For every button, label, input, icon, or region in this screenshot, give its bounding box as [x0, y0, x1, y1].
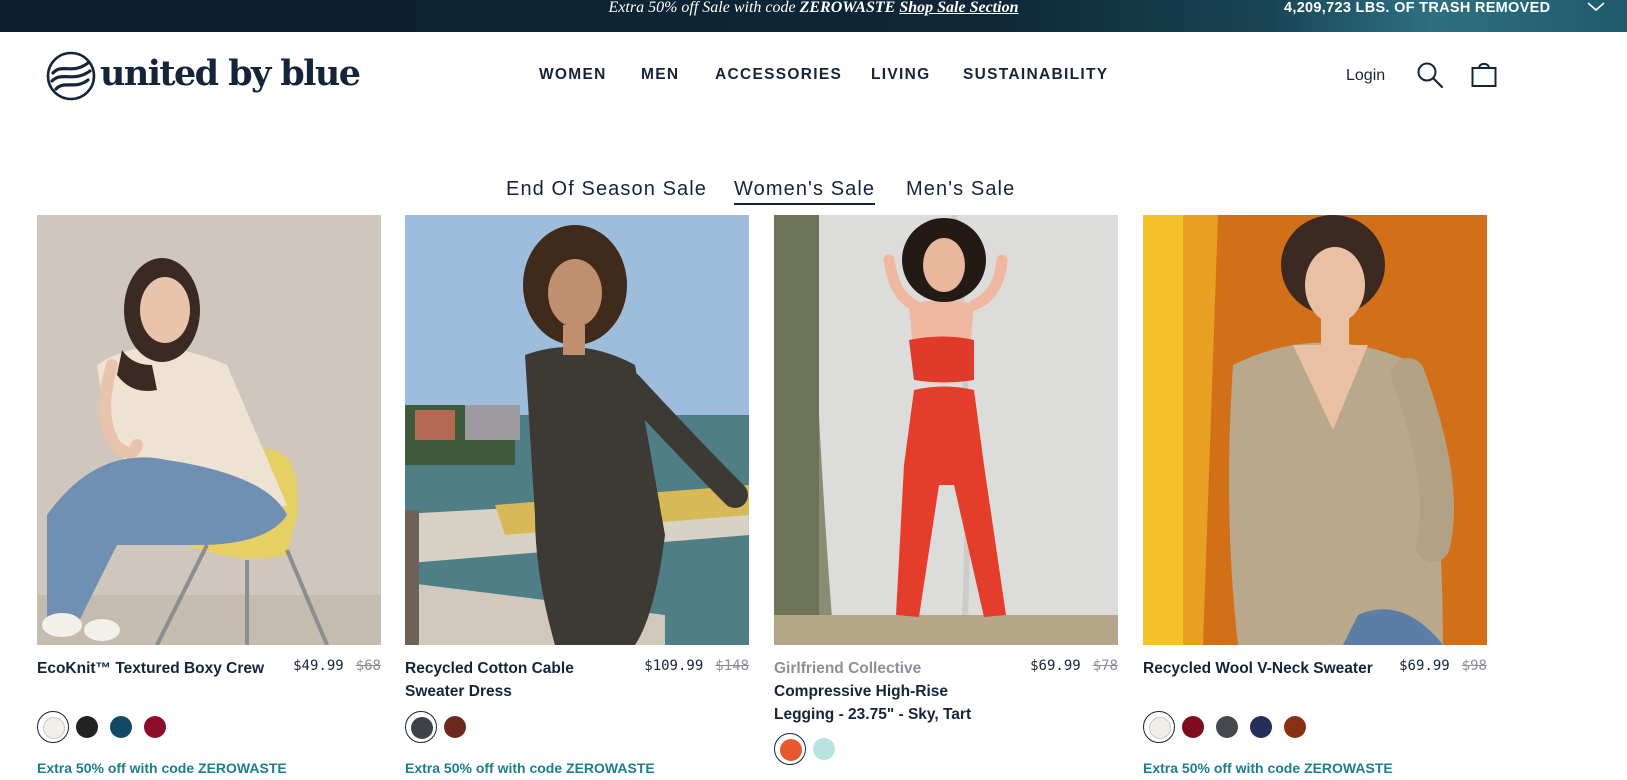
promo-offer-text: Extra 50% off with code ZEROWASTE: [1143, 760, 1393, 776]
product-name[interactable]: Recycled Wool V-Neck Sweater: [1143, 657, 1373, 680]
product-title: Recycled Cotton Cable Sweater Dress: [405, 660, 574, 700]
promo-offer-text: Extra 50% off with code ZEROWASTE: [405, 760, 655, 776]
product-title: EcoKnit™ Textured Boxy Crew: [37, 660, 265, 677]
promo-code: ZEROWASTE: [799, 0, 896, 16]
promo-offer-text: Extra 50% off with code ZEROWASTE: [37, 760, 287, 776]
product-price: $69.99 $98: [1399, 658, 1487, 674]
original-price: $68: [355, 658, 381, 674]
promo-text: Extra 50% off Sale with code: [608, 0, 800, 16]
product-price: $109.99 $148: [644, 658, 749, 674]
color-swatch[interactable]: [1245, 711, 1277, 743]
trash-removed-counter: 4,209,723 LBS. OF TRASH REMOVED: [1284, 0, 1551, 16]
color-swatch[interactable]: [808, 733, 840, 765]
product-title: Recycled Wool V-Neck Sweater: [1143, 660, 1373, 677]
nav-women[interactable]: WOMEN: [539, 66, 607, 84]
announcement-bar: Extra 50% off Sale with code ZEROWASTE S…: [0, 0, 1627, 32]
product-name[interactable]: Girlfriend Collective Compressive High-R…: [774, 657, 1004, 726]
sale-price: $69.99: [1030, 658, 1081, 674]
product-name[interactable]: Recycled Cotton Cable Sweater Dress: [405, 657, 635, 703]
sale-price: $69.99: [1399, 658, 1450, 674]
product-price: $69.99 $78: [1030, 658, 1118, 674]
tab-womens-sale[interactable]: Women's Sale: [734, 177, 876, 205]
product-image[interactable]: [1143, 215, 1487, 645]
color-swatch[interactable]: [1211, 711, 1243, 743]
color-swatch[interactable]: [71, 711, 103, 743]
color-swatch[interactable]: [1279, 711, 1311, 743]
color-swatch[interactable]: [439, 711, 471, 743]
original-price: $78: [1092, 658, 1118, 674]
login-link[interactable]: Login: [1346, 67, 1385, 85]
product-photo-illustration: [1143, 215, 1487, 645]
color-swatch[interactable]: [1143, 711, 1175, 743]
color-swatch[interactable]: [105, 711, 137, 743]
nav-accessories[interactable]: ACCESSORIES: [715, 66, 842, 84]
product-photo-illustration: [405, 215, 749, 645]
color-swatch[interactable]: [139, 711, 171, 743]
wave-logo-icon: [46, 51, 96, 101]
nav-sustainability[interactable]: SUSTAINABILITY: [963, 66, 1108, 84]
product-card[interactable]: Recycled Cotton Cable Sweater Dress $109…: [405, 215, 749, 780]
color-swatch[interactable]: [405, 711, 437, 743]
search-icon[interactable]: [1416, 61, 1444, 89]
nav-men[interactable]: MEN: [641, 66, 679, 84]
product-card[interactable]: Recycled Wool V-Neck Sweater $69.99 $98 E…: [1143, 215, 1487, 780]
original-price: $98: [1461, 658, 1487, 674]
product-name[interactable]: EcoKnit™ Textured Boxy Crew: [37, 657, 267, 680]
shopping-bag-icon[interactable]: [1470, 60, 1498, 88]
product-brand: Girlfriend Collective: [774, 660, 922, 677]
color-swatch[interactable]: [774, 733, 806, 765]
color-swatch[interactable]: [1177, 711, 1209, 743]
logo-wordmark: united by blue: [100, 53, 361, 94]
product-photo-illustration: [37, 215, 381, 645]
product-image[interactable]: [37, 215, 381, 645]
tab-end-of-season-sale[interactable]: End Of Season Sale: [506, 177, 707, 201]
product-card[interactable]: EcoKnit™ Textured Boxy Crew $49.99 $68 Ex…: [37, 215, 381, 780]
original-price: $148: [715, 658, 749, 674]
chevron-down-icon[interactable]: [1585, 0, 1607, 15]
product-image[interactable]: [405, 215, 749, 645]
product-price: $49.99 $68: [293, 658, 381, 674]
product-card[interactable]: Girlfriend Collective Compressive High-R…: [774, 215, 1118, 780]
shop-sale-link[interactable]: Shop Sale Section: [899, 0, 1018, 16]
color-swatch[interactable]: [37, 711, 69, 743]
sale-price: $49.99: [293, 658, 344, 674]
product-image[interactable]: [774, 215, 1118, 645]
sale-price: $109.99: [644, 658, 704, 674]
tab-mens-sale[interactable]: Men's Sale: [906, 177, 1015, 201]
product-photo-illustration: [774, 215, 1118, 645]
nav-living[interactable]: LIVING: [871, 66, 930, 84]
product-title: Compressive High-Rise Legging - 23.75" -…: [774, 683, 972, 723]
